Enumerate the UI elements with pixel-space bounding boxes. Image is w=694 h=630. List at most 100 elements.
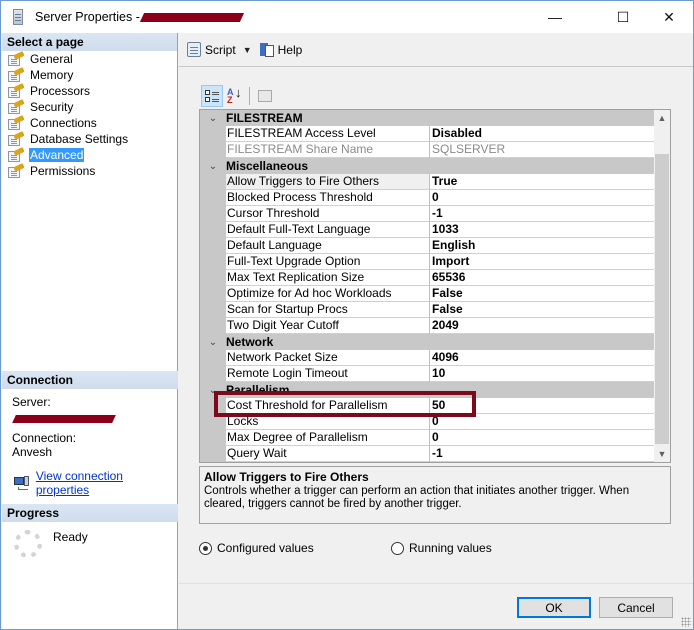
ok-button[interactable]: OK	[517, 597, 591, 618]
redacted-server-name	[139, 12, 245, 22]
property-name[interactable]: Cursor Threshold	[226, 206, 430, 222]
view-connection-properties-link[interactable]: View connection properties	[36, 469, 178, 497]
property-row[interactable]: Default Full-Text Language 1033	[200, 222, 654, 238]
close-button[interactable]: ✕	[646, 1, 692, 33]
page-wand-icon	[8, 146, 25, 162]
property-value[interactable]: SQLSERVER	[430, 142, 654, 158]
property-name[interactable]: Full-Text Upgrade Option	[226, 254, 430, 270]
category-miscellaneous[interactable]: ⌄ Miscellaneous	[200, 158, 654, 174]
configured-values-radio[interactable]: Configured values	[199, 541, 391, 555]
category-network[interactable]: ⌄ Network	[200, 334, 654, 350]
resize-grip[interactable]	[681, 617, 691, 627]
category-filestream[interactable]: ⌄ FILESTREAM	[200, 110, 654, 126]
row-gutter	[200, 366, 226, 382]
running-values-radio[interactable]: Running values	[391, 541, 492, 555]
property-value[interactable]: 0	[430, 430, 654, 446]
category-label: FILESTREAM	[226, 111, 303, 125]
property-name[interactable]: Default Language	[226, 238, 430, 254]
row-gutter	[200, 270, 226, 286]
property-row[interactable]: Remote Login Timeout 10	[200, 366, 654, 382]
page-item-connections[interactable]: Connections	[2, 114, 177, 131]
property-row[interactable]: Default Language English	[200, 238, 654, 254]
property-value[interactable]: 1033	[430, 222, 654, 238]
property-value[interactable]: -1	[430, 446, 654, 462]
property-name[interactable]: Two Digit Year Cutoff	[226, 318, 430, 334]
collapse-chevron-icon[interactable]: ⌄	[200, 161, 226, 172]
collapse-chevron-icon[interactable]: ⌄	[200, 337, 226, 348]
property-value[interactable]: 4096	[430, 350, 654, 366]
property-value[interactable]: 0	[430, 190, 654, 206]
scroll-down-icon[interactable]: ▼	[654, 446, 670, 462]
page-item-label: Security	[30, 100, 74, 114]
property-row[interactable]: Network Packet Size 4096	[200, 350, 654, 366]
script-dropdown-icon[interactable]: ▼	[243, 45, 252, 55]
page-item-label: Database Settings	[30, 132, 129, 146]
property-value[interactable]: False	[430, 302, 654, 318]
script-icon	[187, 42, 201, 57]
page-item-permissions[interactable]: Permissions	[2, 162, 177, 179]
property-value[interactable]: 65536	[430, 270, 654, 286]
maximize-button[interactable]: ☐	[600, 1, 646, 33]
scroll-up-icon[interactable]: ▲	[654, 110, 670, 126]
property-value[interactable]: True	[430, 174, 654, 190]
page-item-database-settings[interactable]: Database Settings	[2, 130, 177, 147]
scroll-thumb[interactable]	[655, 154, 669, 444]
property-value[interactable]: Import	[430, 254, 654, 270]
property-name[interactable]: Default Full-Text Language	[226, 222, 430, 238]
row-gutter	[200, 350, 226, 366]
property-name[interactable]: Allow Triggers to Fire Others	[226, 174, 430, 190]
redacted-server-value	[12, 414, 116, 423]
cancel-button[interactable]: Cancel	[599, 597, 673, 618]
property-row[interactable]: Two Digit Year Cutoff 2049	[200, 318, 654, 334]
page-item-processors[interactable]: Processors	[2, 82, 177, 99]
property-row[interactable]: Allow Triggers to Fire Others True	[200, 174, 654, 190]
property-value[interactable]: English	[430, 238, 654, 254]
page-item-advanced[interactable]: Advanced	[2, 146, 177, 163]
property-pages-button[interactable]	[254, 85, 276, 107]
property-name[interactable]: Scan for Startup Procs	[226, 302, 430, 318]
property-row[interactable]: Cursor Threshold -1	[200, 206, 654, 222]
property-value[interactable]: 10	[430, 366, 654, 382]
row-gutter	[200, 318, 226, 334]
property-value[interactable]: 2049	[430, 318, 654, 334]
property-name[interactable]: Max Text Replication Size	[226, 270, 430, 286]
property-row[interactable]: Max Degree of Parallelism 0	[200, 430, 654, 446]
property-row[interactable]: FILESTREAM Share Name SQLSERVER	[200, 142, 654, 158]
property-value[interactable]: False	[430, 286, 654, 302]
minimize-button[interactable]: —	[532, 1, 578, 33]
network-connection-icon	[14, 476, 30, 490]
row-gutter	[200, 446, 226, 462]
property-value[interactable]: -1	[430, 206, 654, 222]
alphabetical-button[interactable]: A Z ↓	[223, 85, 245, 107]
property-row[interactable]: Max Text Replication Size 65536	[200, 270, 654, 286]
page-item-label: Advanced	[29, 148, 85, 162]
page-item-memory[interactable]: Memory	[2, 66, 177, 83]
property-name[interactable]: Max Degree of Parallelism	[226, 430, 430, 446]
page-item-general[interactable]: General	[2, 50, 177, 67]
property-grid-scrollbar[interactable]: ▲ ▼	[654, 110, 670, 462]
property-value[interactable]: Disabled	[430, 126, 654, 142]
property-name[interactable]: Network Packet Size	[226, 350, 430, 366]
script-button[interactable]: Script ▼	[187, 42, 252, 57]
property-name[interactable]: FILESTREAM Access Level	[226, 126, 430, 142]
collapse-chevron-icon[interactable]: ⌄	[200, 113, 226, 124]
property-row[interactable]: Optimize for Ad hoc Workloads False	[200, 286, 654, 302]
connection-section: Connection Server: Connection: Anvesh Vi…	[2, 371, 178, 497]
property-name[interactable]: FILESTREAM Share Name	[226, 142, 430, 158]
property-name[interactable]: Blocked Process Threshold	[226, 190, 430, 206]
categorized-button[interactable]	[201, 85, 223, 107]
property-row[interactable]: Query Wait -1	[200, 446, 654, 462]
property-name[interactable]: Query Wait	[226, 446, 430, 462]
property-row[interactable]: FILESTREAM Access Level Disabled	[200, 126, 654, 142]
property-row[interactable]: Scan for Startup Procs False	[200, 302, 654, 318]
help-icon	[259, 42, 274, 57]
page-item-security[interactable]: Security	[2, 98, 177, 115]
property-name[interactable]: Optimize for Ad hoc Workloads	[226, 286, 430, 302]
property-row[interactable]: Blocked Process Threshold 0	[200, 190, 654, 206]
view-connection-row: View connection properties	[2, 459, 178, 497]
page-wand-icon	[8, 98, 25, 114]
grid-toolbar: A Z ↓	[201, 85, 276, 107]
property-name[interactable]: Remote Login Timeout	[226, 366, 430, 382]
property-row[interactable]: Full-Text Upgrade Option Import	[200, 254, 654, 270]
help-button[interactable]: Help	[259, 42, 302, 57]
